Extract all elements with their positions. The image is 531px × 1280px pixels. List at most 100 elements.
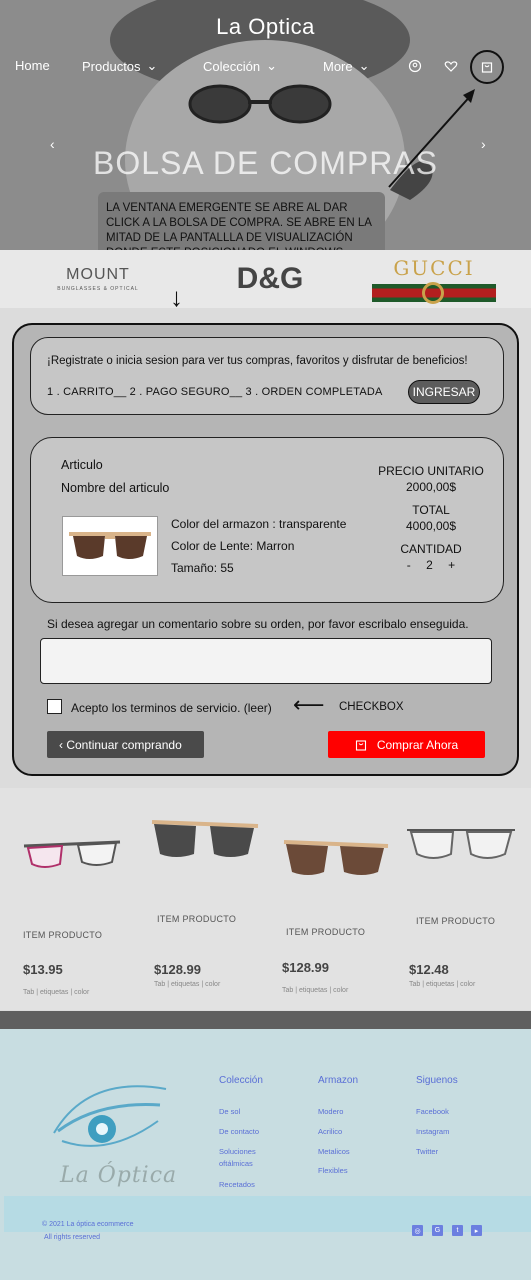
product-name-3[interactable]: ITEM PRODUCTO xyxy=(286,927,365,937)
product-price-3: $128.99 xyxy=(282,960,329,975)
terms-checkbox[interactable] xyxy=(47,699,62,714)
brand-strip: MOUNT BUNGLASSES & OPTICAL D&G GUCCI xyxy=(0,250,531,308)
product-tags-1: Tab | etiquetas | color xyxy=(23,989,90,996)
nav-coleccion[interactable]: Colección ⌄ xyxy=(203,58,277,74)
login-button[interactable]: INGRESAR xyxy=(408,380,480,404)
product-tags-3: Tab | etiquetas | color xyxy=(282,987,349,994)
continue-shopping-label: Continuar comprando xyxy=(66,737,182,752)
nav-productos-label: Productos xyxy=(82,58,141,74)
login-card: ¡Registrate o inicia sesion para ver tus… xyxy=(30,337,504,415)
footer-link-soluciones[interactable]: Soluciones oftálmicas xyxy=(219,1146,279,1170)
brand-logo-dg[interactable]: D&G xyxy=(230,250,310,308)
checkbox-annotation: CHECKBOX xyxy=(339,701,404,713)
total-label: TOTAL xyxy=(412,503,450,517)
footer-link-recetados[interactable]: Recetados xyxy=(219,1179,255,1191)
footer-link-de-sol[interactable]: De sol xyxy=(219,1106,240,1118)
brand-title[interactable]: La Optica xyxy=(0,14,531,40)
item-lens-color: Color de Lente: Marron xyxy=(171,539,295,553)
product-name-2[interactable]: ITEM PRODUCTO xyxy=(157,914,236,924)
footer-link-acrilico[interactable]: Acrilico xyxy=(318,1126,342,1138)
product-tags-2: Tab | etiquetas | color xyxy=(154,981,221,988)
product-price-2: $128.99 xyxy=(154,962,201,977)
continue-shopping-button[interactable]: ‹ Continuar comprando xyxy=(47,731,204,758)
arrow-down-icon: ↓ xyxy=(170,282,183,312)
item-name[interactable]: Nombre del articulo xyxy=(61,481,169,495)
product-image-3[interactable] xyxy=(282,834,390,884)
footer-link-flexibles[interactable]: Flexibles xyxy=(318,1165,348,1177)
item-frame-color: Color del armazon : transparente xyxy=(171,517,347,531)
unit-price-label: PRECIO UNITARIO xyxy=(378,464,484,478)
product-image-2[interactable] xyxy=(150,816,260,871)
brand-logo-mount[interactable]: MOUNT BUNGLASSES & OPTICAL xyxy=(28,250,168,308)
brand-gucci-name: GUCCI xyxy=(393,256,475,280)
google-icon[interactable]: G xyxy=(432,1225,443,1236)
quantity-minus-button[interactable]: - xyxy=(407,558,411,572)
arrow-left-icon: ⟵ xyxy=(293,692,325,717)
product-tags-4: Tab | etiquetas | color xyxy=(409,981,476,988)
nav-home-label: Home xyxy=(15,58,50,73)
main-nav: Home Productos ⌄ Colección ⌄ More ⌄ xyxy=(0,58,531,78)
instagram-icon[interactable]: ◎ xyxy=(412,1225,423,1236)
quantity-stepper: - 2 + xyxy=(375,558,487,572)
gucci-stripe xyxy=(372,282,496,304)
terms-label[interactable]: Acepto los terminos de servicio. (leer) xyxy=(71,701,272,715)
quantity-label: CANTIDAD xyxy=(400,542,462,556)
total-price: 4000,00$ xyxy=(405,519,457,533)
shopping-bag-modal: ¡Registrate o inicia sesion para ver tus… xyxy=(12,323,519,776)
rights-text: All rights reserved xyxy=(44,1234,101,1241)
user-icon[interactable] xyxy=(407,58,423,74)
login-message: ¡Registrate o inicia sesion para ver tus… xyxy=(47,355,468,367)
nav-coleccion-label: Colección xyxy=(203,58,261,74)
product-name-4[interactable]: ITEM PRODUCTO xyxy=(416,916,495,926)
footer-link-modero[interactable]: Modero xyxy=(318,1106,343,1118)
item-section-label: Articulo xyxy=(61,458,103,472)
product-name-1[interactable]: ITEM PRODUCTO xyxy=(23,930,102,940)
product-grid: ITEM PRODUCTO ITEM PRODUCTO ITEM PRODUCT… xyxy=(0,788,531,1010)
product-price-1: $13.95 xyxy=(23,962,63,977)
footer-link-twitter[interactable]: Twitter xyxy=(416,1146,438,1158)
product-price-4: $12.48 xyxy=(409,962,449,977)
heart-icon[interactable] xyxy=(443,58,459,74)
sunglasses-image xyxy=(69,532,151,559)
cart-item-card: Articulo Nombre del articulo Color del a… xyxy=(30,437,504,603)
quantity-value: 2 xyxy=(426,558,433,572)
nav-more-label: More xyxy=(323,58,353,74)
nav-home[interactable]: Home xyxy=(15,58,50,73)
comment-label: Si desea agregar un comentario sobre su … xyxy=(47,617,469,631)
product-image-1[interactable] xyxy=(22,836,122,876)
nav-more[interactable]: More ⌄ xyxy=(323,58,370,74)
footer-link-facebook[interactable]: Facebook xyxy=(416,1106,449,1118)
youtube-icon[interactable]: ▸ xyxy=(471,1225,482,1236)
footer-logo-text: La Óptica xyxy=(60,1163,178,1188)
section-divider xyxy=(0,1011,531,1029)
footer-link-metalicos[interactable]: Metalicos xyxy=(318,1146,350,1158)
annotation-arrow xyxy=(388,89,475,188)
nav-productos[interactable]: Productos ⌄ xyxy=(82,58,157,74)
buy-now-button[interactable]: Comprar Ahora xyxy=(328,731,485,758)
eye-logo[interactable] xyxy=(48,1071,168,1163)
product-image-4[interactable] xyxy=(405,824,517,866)
shopping-bag-icon xyxy=(481,62,493,73)
chevron-down-icon: ⌄ xyxy=(358,58,370,73)
footer-col-title-coleccion: Colección xyxy=(219,1075,263,1086)
brand-mount-sub: BUNGLASSES & OPTICAL xyxy=(57,286,139,292)
copyright-text: © 2021 La óptica ecommerce xyxy=(42,1221,134,1228)
twitter-icon[interactable]: t xyxy=(452,1225,463,1236)
chevron-down-icon: ⌄ xyxy=(146,58,158,73)
item-size: Tamaño: 55 xyxy=(171,561,234,575)
checkout-steps: 1 . CARRITO__ 2 . PAGO SEGURO__ 3 . ORDE… xyxy=(47,386,383,398)
footer-col-title-armazon: Armazon xyxy=(318,1075,359,1086)
brand-logo-gucci[interactable]: GUCCI xyxy=(372,250,496,308)
buy-now-label: Comprar Ahora xyxy=(376,737,459,752)
footer-col-title-siguenos: Siguenos xyxy=(416,1075,458,1086)
shopping-bag-button[interactable] xyxy=(470,50,504,84)
unit-price: 2000,00$ xyxy=(405,480,457,494)
chevron-down-icon: ⌄ xyxy=(266,58,277,73)
item-thumbnail[interactable] xyxy=(62,516,158,576)
footer-link-de-contacto[interactable]: De contacto xyxy=(219,1126,259,1138)
shopping-bag-icon xyxy=(355,739,366,751)
footer-link-instagram[interactable]: Instagram xyxy=(416,1126,449,1138)
footer: La Óptica Colección De sol De contacto S… xyxy=(0,1029,531,1280)
quantity-plus-button[interactable]: + xyxy=(448,558,455,572)
comment-input[interactable] xyxy=(40,638,492,684)
